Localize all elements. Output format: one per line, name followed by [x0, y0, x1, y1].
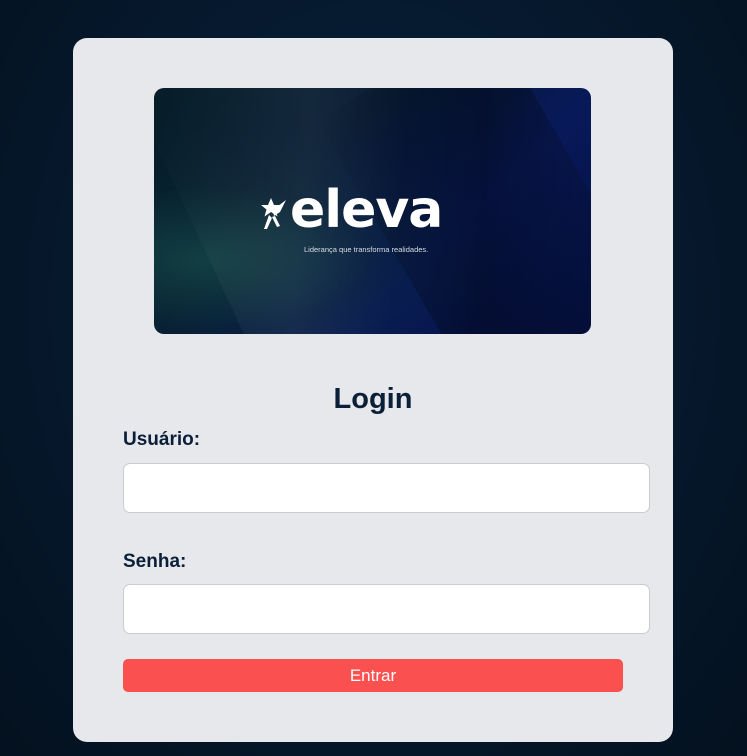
login-card: eleva Liderança que transforma realidade…: [73, 38, 673, 742]
login-submit-button[interactable]: Entrar: [123, 659, 623, 692]
brand-logo: eleva: [258, 180, 443, 240]
username-label: Usuário:: [123, 429, 201, 450]
brand-name: eleva: [290, 180, 443, 240]
username-input[interactable]: [123, 463, 650, 513]
password-label: Senha:: [123, 551, 187, 572]
page-title: Login: [333, 383, 413, 415]
brand-banner: eleva Liderança que transforma realidade…: [154, 88, 591, 334]
running-person-star-icon: [261, 198, 286, 229]
password-input[interactable]: [123, 584, 650, 634]
brand-tagline: Liderança que transforma realidades.: [304, 245, 429, 254]
